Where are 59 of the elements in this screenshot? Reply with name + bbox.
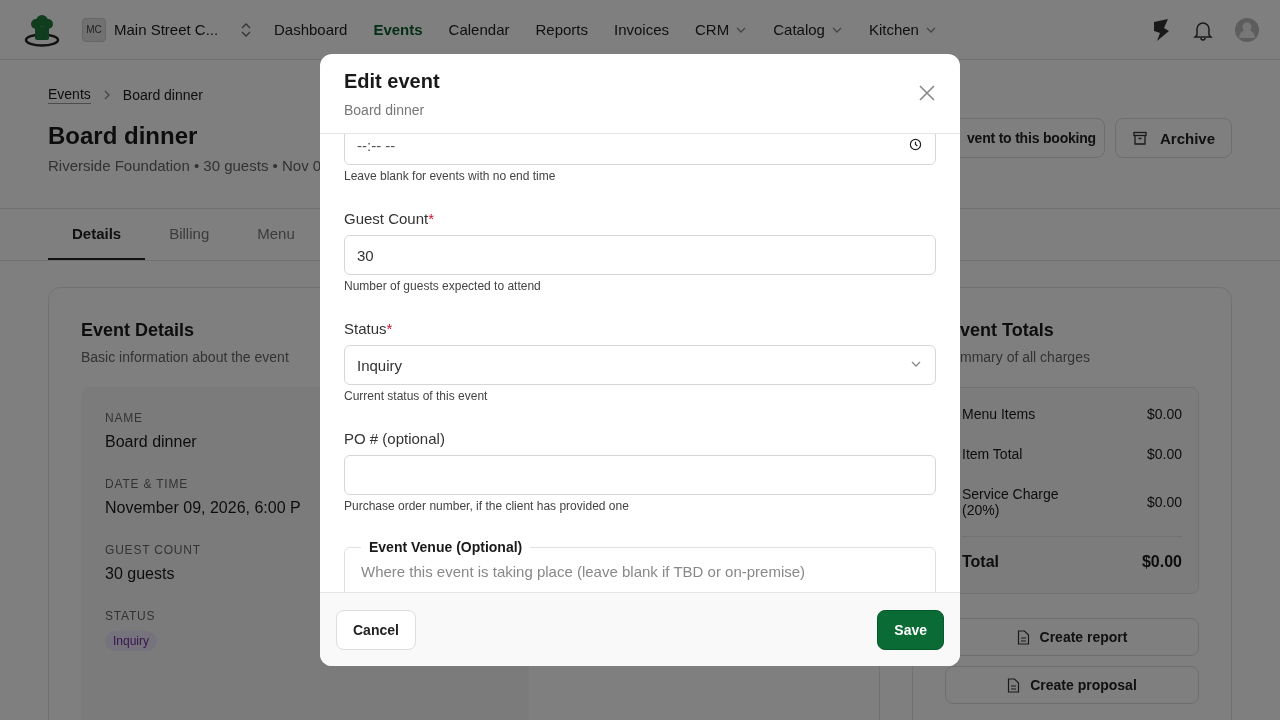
clock-icon [909,138,922,151]
total-label: Total [962,553,1001,571]
detail-value: Board dinner [105,433,197,451]
tab[interactable]: Details [48,209,146,260]
card-title: Event Details [81,320,195,341]
breadcrumb-current: Board dinner [122,87,203,103]
page-title: Board dinner [48,121,199,151]
total-label: Item Total [962,446,1024,462]
help-text: Leave blank for events with no end time [344,169,557,183]
org-name[interactable]: Main Street C... [114,21,234,38]
detail-label: GUEST COUNT [105,543,201,557]
card-subtitle: mmary of all charges [959,349,1090,365]
total-amount: $0.00 [1146,406,1182,422]
total-label: Service Charge (20%) [962,486,1060,518]
close-icon [918,84,936,102]
venue-field[interactable]: Where this event is taking place (leave blank if TBD or on-premise) [361,563,919,580]
field-label: Guest Count* [344,209,436,229]
page-subtitle: Riverside Foundation • 30 guests • Nov 0 [48,157,322,174]
help-text: Number of guests expected to attend [344,279,542,293]
nav-item[interactable]: Calendar [446,0,512,60]
cancel-button[interactable]: Cancel [336,609,416,650]
up-down-chevron-icon[interactable] [240,21,252,38]
document-icon [1007,677,1021,693]
document-icon [1016,629,1030,645]
breadcrumb-link[interactable]: Events [48,86,91,104]
total-amount: $0.00 [1146,446,1182,462]
close-button[interactable] [918,84,936,102]
total-label: Menu Items [962,406,1037,422]
nav-item[interactable]: Invoices [612,0,672,60]
archive-icon [1131,130,1148,146]
detail-value: November 09, 2026, 6:00 P [105,499,301,517]
status-badge: Inquiry [105,631,158,651]
input-field[interactable] [344,455,936,495]
card-title: vent Totals [959,320,1054,341]
detail-label: STATUS [105,609,156,623]
dialog-title: Edit event [344,70,440,93]
field-label: PO # (optional) [344,429,446,449]
dialog-subtitle: Board dinner [344,102,426,118]
nav-item[interactable]: Reports [533,0,590,60]
card-subtitle: Basic information about the event [81,349,289,365]
tab[interactable]: Billing [145,209,234,260]
org-avatar: MC [82,17,106,42]
nav-item[interactable]: Dashboard [272,0,350,60]
time-field[interactable]: --:-- -- [344,134,936,165]
detail-label: DATE & TIME [105,477,189,491]
create-button[interactable]: Create proposal [945,666,1199,704]
detail-label: NAME [105,411,143,425]
detail-value: 30 guests [105,565,175,583]
save-button[interactable]: Save [877,609,944,650]
field-label: Status* [344,319,394,339]
total-amount: $0.00 [1146,494,1182,510]
help-text: Purchase order number, if the client has provided one [344,499,630,513]
fieldset-legend: Event Venue (Optional) [361,539,531,555]
action-button[interactable]: Archive [1114,118,1232,158]
status-select[interactable]: Inquiry [344,345,936,385]
help-text: Current status of this event [344,389,489,403]
input-field[interactable]: 30 [344,235,936,275]
tab[interactable]: Menu [233,209,319,260]
total-amount: $0.00 [1141,553,1182,571]
